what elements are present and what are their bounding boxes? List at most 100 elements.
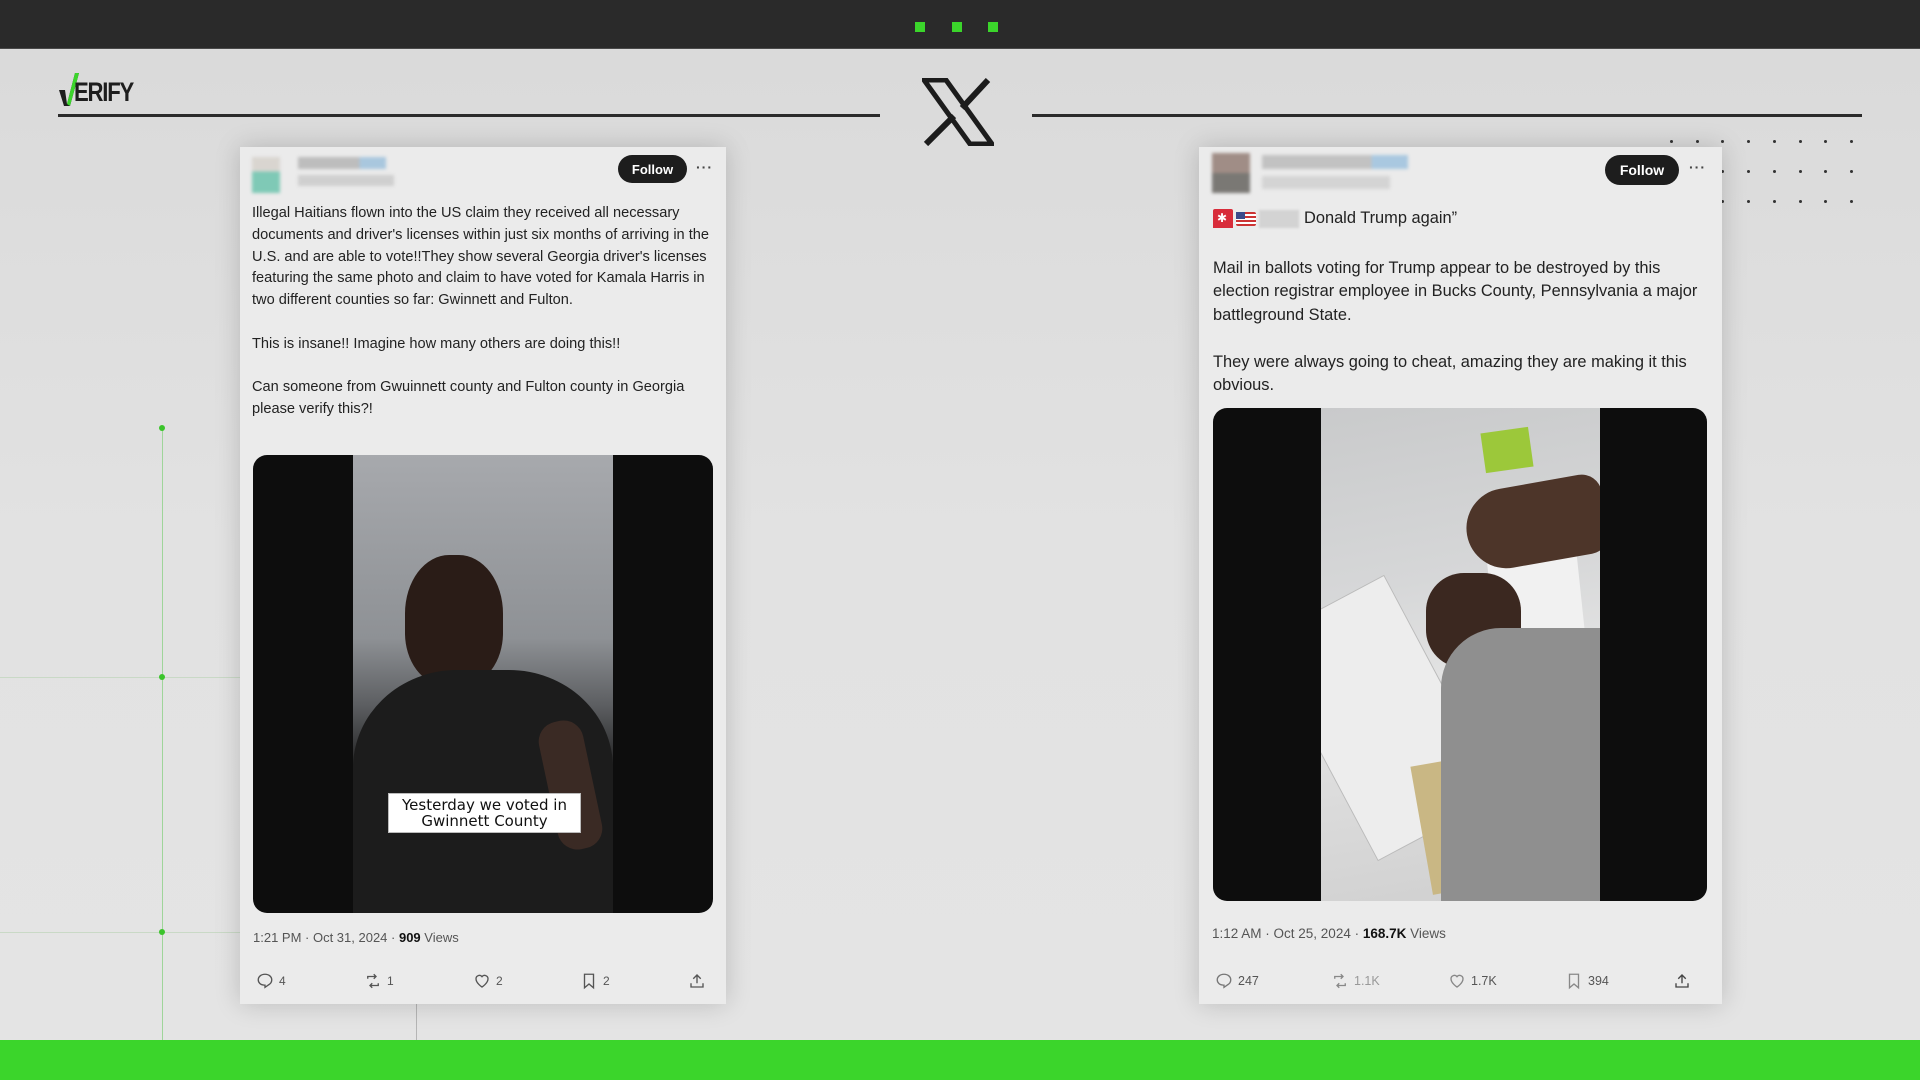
decor-horizontal-line bbox=[0, 677, 240, 678]
decor-dot bbox=[1824, 140, 1828, 143]
indicator-dot bbox=[952, 22, 962, 32]
views-label: Views bbox=[1406, 926, 1446, 941]
tweet-actions: 4 1 2 2 bbox=[240, 972, 726, 996]
logo-text: ERIFY bbox=[74, 77, 134, 107]
tweet-text: Illegal Haitians flown into the US claim… bbox=[252, 205, 710, 418]
share-button[interactable] bbox=[688, 972, 706, 990]
hand-upper bbox=[1460, 471, 1600, 575]
bookmark-icon bbox=[583, 973, 595, 990]
author-handle-blurred bbox=[1262, 176, 1390, 189]
author-name-blurred bbox=[298, 157, 386, 169]
video-frame bbox=[353, 455, 613, 913]
tweet-timestamp: 1:21 PM · Oct 31, 2024 · bbox=[253, 930, 399, 945]
decor-vertical-line bbox=[162, 428, 163, 1040]
decor-dot bbox=[1747, 140, 1751, 143]
video-media[interactable] bbox=[1213, 408, 1707, 901]
decor-vertical-line bbox=[416, 1004, 417, 1040]
bookmark-icon bbox=[1568, 973, 1580, 990]
decor-dot bbox=[1798, 200, 1802, 203]
decor-dot bbox=[1798, 170, 1802, 173]
author-handle-blurred bbox=[298, 175, 394, 186]
bottom-accent-bar bbox=[0, 1040, 1920, 1080]
indicator-dot bbox=[988, 22, 998, 32]
tweet-actions: 247 1.1K 1.7K 394 bbox=[1199, 972, 1722, 996]
decor-dot bbox=[1798, 140, 1802, 143]
decor-dot bbox=[1670, 140, 1673, 143]
heart-icon bbox=[475, 974, 489, 988]
quote-text: Donald Trump again” bbox=[1304, 209, 1458, 227]
quoted-line: Donald Trump again” bbox=[1213, 209, 1457, 228]
x-logo-icon bbox=[922, 78, 994, 146]
like-count: 1.7K bbox=[1471, 974, 1497, 988]
decor-dot bbox=[1721, 140, 1725, 143]
header-rule bbox=[58, 114, 880, 117]
reply-icon bbox=[1216, 973, 1232, 989]
decor-dot bbox=[159, 425, 165, 431]
decor-dot bbox=[1772, 200, 1776, 203]
bookmark-count: 394 bbox=[1588, 974, 1609, 988]
decor-horizontal-line bbox=[0, 932, 240, 933]
sleeve bbox=[1441, 628, 1600, 901]
tweet-meta: 1:12 AM · Oct 25, 2024 · 168.7K Views bbox=[1212, 926, 1446, 941]
like-button[interactable]: 1.7K bbox=[1448, 972, 1497, 990]
view-count: 168.7K bbox=[1362, 926, 1407, 941]
decor-dot bbox=[159, 674, 165, 680]
decor-dot bbox=[1695, 140, 1699, 143]
top-bar bbox=[0, 0, 1920, 49]
repost-count: 1 bbox=[387, 974, 394, 988]
decor-dot bbox=[1747, 170, 1751, 173]
heart-icon bbox=[1450, 974, 1464, 988]
like-count: 2 bbox=[496, 974, 503, 988]
us-flag-emoji-icon bbox=[1236, 211, 1256, 226]
verify-logo: ERIFY bbox=[58, 70, 146, 106]
reply-count: 4 bbox=[279, 974, 286, 988]
indicator-dot bbox=[915, 22, 925, 32]
video-caption: Yesterday we voted in Gwinnett County bbox=[388, 793, 581, 833]
reply-count: 247 bbox=[1238, 974, 1259, 988]
video-frame bbox=[1321, 408, 1600, 901]
more-options-icon[interactable]: ··· bbox=[696, 159, 713, 175]
bookmark-button[interactable]: 394 bbox=[1565, 972, 1609, 990]
tweet-text: Mail in ballots voting for Trump appear … bbox=[1213, 259, 1698, 395]
decor-dot bbox=[1849, 170, 1853, 173]
decor-dot bbox=[1849, 140, 1853, 143]
views-label: Views bbox=[420, 930, 459, 945]
tweet-card: Follow ··· Illegal Haitians flown into t… bbox=[240, 147, 726, 1004]
repost-button[interactable]: 1 bbox=[364, 972, 394, 990]
like-button[interactable]: 2 bbox=[473, 972, 503, 990]
repost-count: 1.1K bbox=[1354, 974, 1380, 988]
avatar bbox=[252, 157, 280, 193]
decor-dot bbox=[1747, 200, 1751, 203]
share-icon bbox=[690, 974, 704, 988]
bookmark-button[interactable]: 2 bbox=[580, 972, 610, 990]
share-button[interactable] bbox=[1673, 972, 1691, 990]
author-name-blurred bbox=[1262, 155, 1408, 169]
tweet-meta: 1:21 PM · Oct 31, 2024 · 909 Views bbox=[253, 930, 459, 945]
reply-icon bbox=[257, 973, 273, 989]
avatar bbox=[1212, 153, 1250, 193]
video-media[interactable]: Yesterday we voted in Gwinnett County bbox=[253, 455, 713, 913]
person-silhouette bbox=[405, 555, 503, 685]
sign-label bbox=[1480, 426, 1534, 474]
decor-dot bbox=[1772, 140, 1776, 143]
follow-button[interactable]: Follow bbox=[1605, 155, 1679, 185]
repost-button[interactable]: 1.1K bbox=[1331, 972, 1380, 990]
decor-dot bbox=[1849, 200, 1853, 203]
repost-icon bbox=[367, 973, 379, 989]
share-icon bbox=[1675, 974, 1689, 988]
siren-emoji-icon bbox=[1213, 209, 1233, 228]
tweet-timestamp: 1:12 AM · Oct 25, 2024 · bbox=[1212, 926, 1363, 941]
reply-button[interactable]: 247 bbox=[1215, 972, 1259, 990]
decor-dot bbox=[1824, 170, 1828, 173]
repost-icon bbox=[1334, 973, 1346, 989]
follow-button[interactable]: Follow bbox=[618, 155, 687, 183]
blurred-text bbox=[1259, 209, 1299, 228]
decor-dot bbox=[159, 929, 165, 935]
decor-dot bbox=[1772, 170, 1776, 173]
reply-button[interactable]: 4 bbox=[256, 972, 286, 990]
decor-dot bbox=[1824, 200, 1828, 203]
view-count: 909 bbox=[398, 930, 421, 945]
header-rule bbox=[1032, 114, 1862, 117]
more-options-icon[interactable]: ··· bbox=[1689, 159, 1706, 175]
tweet-card: Follow ··· Donald Trump again” Mail in b… bbox=[1199, 147, 1722, 1004]
